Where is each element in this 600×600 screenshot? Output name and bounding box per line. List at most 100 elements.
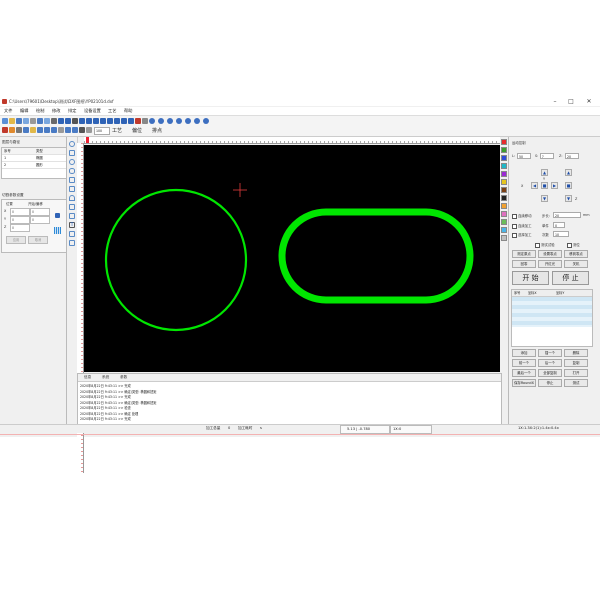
continuous-process-radio[interactable]: 连续加工 <box>512 223 532 229</box>
path-icon[interactable] <box>44 127 50 133</box>
goto-zero-button[interactable]: 移到零点 <box>564 250 588 258</box>
edit-nodes-icon[interactable] <box>69 231 75 237</box>
compensate-icon[interactable] <box>51 127 57 133</box>
bridge-icon[interactable] <box>58 127 64 133</box>
z-field[interactable]: 0 <box>10 224 30 232</box>
process-label[interactable]: 工艺 <box>112 127 122 134</box>
x-offset-field[interactable]: 0 <box>30 208 50 216</box>
circle-tool-icon[interactable] <box>69 141 75 147</box>
point-label[interactable]: 排点 <box>152 127 162 134</box>
z-up-button[interactable]: ▲ <box>565 169 572 176</box>
add-button[interactable]: 添加 <box>512 349 536 357</box>
color-swatch[interactable] <box>501 139 507 145</box>
start-button[interactable]: 开 始 <box>512 271 549 285</box>
zoom-out-icon[interactable] <box>158 118 164 124</box>
lock-icon[interactable] <box>55 213 60 218</box>
color-swatch[interactable] <box>501 171 507 177</box>
zoom-field[interactable]: 100 <box>94 127 110 135</box>
jog-home-button[interactable]: ■ <box>541 182 548 189</box>
zoom-window-icon[interactable] <box>176 118 182 124</box>
copy-button[interactable]: 复制 <box>564 359 588 367</box>
x-field[interactable]: 0 <box>10 208 30 216</box>
previous-button[interactable]: 前一个 <box>512 359 536 367</box>
ellipse-tool-icon[interactable] <box>69 168 75 174</box>
minimize-button[interactable]: – <box>548 97 562 106</box>
image-tool-icon[interactable] <box>69 240 75 246</box>
single-counter[interactable]: 0 <box>553 222 565 228</box>
cancel-button[interactable]: 取消 <box>28 236 48 244</box>
stop-button[interactable]: 停 止 <box>552 271 589 285</box>
lead-in-icon[interactable] <box>23 127 29 133</box>
color-swatch[interactable] <box>501 219 507 225</box>
select-icon[interactable] <box>72 118 78 124</box>
y-offset-field[interactable]: 0 <box>30 216 50 224</box>
menu-edit[interactable]: 编辑 <box>20 108 28 114</box>
cooling-icon[interactable] <box>72 127 78 133</box>
position-checkbox[interactable]: 测位 <box>567 242 580 248</box>
zoom-select-icon[interactable] <box>203 118 209 124</box>
zoom-previous-icon[interactable] <box>194 118 200 124</box>
select-z[interactable]: 20 <box>565 153 579 159</box>
arc-tool-icon[interactable] <box>69 195 75 201</box>
points-table-body[interactable] <box>512 297 592 327</box>
color-swatch[interactable] <box>501 187 507 193</box>
color-swatch[interactable] <box>501 235 507 241</box>
find-origin-button[interactable]: 测定原点 <box>512 250 536 258</box>
set-zero-button[interactable]: 设置零点 <box>538 250 562 258</box>
select-l[interactable]: 50 <box>517 153 531 159</box>
menu-arrange[interactable]: 排定 <box>68 108 76 114</box>
select-process-radio[interactable]: 选择加工 <box>512 232 532 238</box>
zoom-in-icon[interactable] <box>149 118 155 124</box>
sort-icon[interactable] <box>37 127 43 133</box>
slot-shape[interactable] <box>278 208 474 304</box>
continuous-move-checkbox[interactable]: 连续移动 <box>512 213 532 219</box>
drawing-canvas[interactable] <box>84 145 500 372</box>
table-row[interactable]: 2 圆形 <box>2 162 66 169</box>
y-field[interactable]: 0 <box>10 216 30 224</box>
minus-icon[interactable] <box>121 118 127 124</box>
line-tool-icon[interactable] <box>69 177 75 183</box>
redo-icon[interactable] <box>65 118 71 124</box>
move-icon[interactable] <box>86 118 92 124</box>
calculator-icon[interactable] <box>142 118 148 124</box>
count-input[interactable]: 10 <box>553 231 569 237</box>
menu-file[interactable]: 文件 <box>4 108 12 114</box>
menu-draw[interactable]: 绘制 <box>36 108 44 114</box>
jog-up-button[interactable]: ▲ <box>541 169 548 176</box>
color-swatch[interactable] <box>501 155 507 161</box>
open-folder-icon[interactable] <box>9 118 15 124</box>
red-light-button[interactable]: 开红光 <box>538 260 562 268</box>
step-input[interactable]: 20 <box>553 212 581 218</box>
menu-modify[interactable]: 修改 <box>52 108 60 114</box>
menu-device-settings[interactable]: 设备设置 <box>84 108 101 114</box>
new-file-icon[interactable] <box>2 118 8 124</box>
copy-icon[interactable] <box>37 118 43 124</box>
last-button[interactable]: 最后一个 <box>512 369 536 377</box>
laser-icon[interactable] <box>2 127 8 133</box>
home-button[interactable]: 回零 <box>512 260 536 268</box>
text-tool-icon[interactable]: T <box>69 222 75 228</box>
star-tool-icon[interactable] <box>69 204 75 210</box>
polyline-tool-icon[interactable] <box>69 186 75 192</box>
menu-process[interactable]: 工艺 <box>108 108 116 114</box>
zoom-all-icon[interactable] <box>185 118 191 124</box>
array-icon[interactable] <box>79 118 85 124</box>
undo-icon[interactable] <box>58 118 64 124</box>
paste-icon[interactable] <box>44 118 50 124</box>
grid-icon[interactable] <box>54 227 61 234</box>
test-button[interactable]: 测试 <box>564 379 588 387</box>
rotate-icon[interactable] <box>100 118 106 124</box>
scissors-icon[interactable] <box>16 127 22 133</box>
tab-system[interactable]: 系统 <box>102 375 109 380</box>
test-checkbox[interactable]: 测试试验 <box>535 242 555 248</box>
rounded-rect-tool-icon[interactable] <box>69 159 75 165</box>
copy-all-button[interactable]: 全部复制 <box>538 369 562 377</box>
zoom-fit-icon[interactable] <box>167 118 173 124</box>
table-row[interactable]: 1 椭圆 <box>2 155 66 162</box>
insert-button[interactable]: 插一个 <box>538 349 562 357</box>
delete-button[interactable]: 删除 <box>564 349 588 357</box>
color-swatch[interactable] <box>501 227 507 233</box>
tab-params[interactable]: 参数 <box>120 375 127 380</box>
save-round-button[interactable]: 保存RoundX <box>512 379 536 387</box>
z-down-button[interactable]: ▼ <box>565 195 572 202</box>
